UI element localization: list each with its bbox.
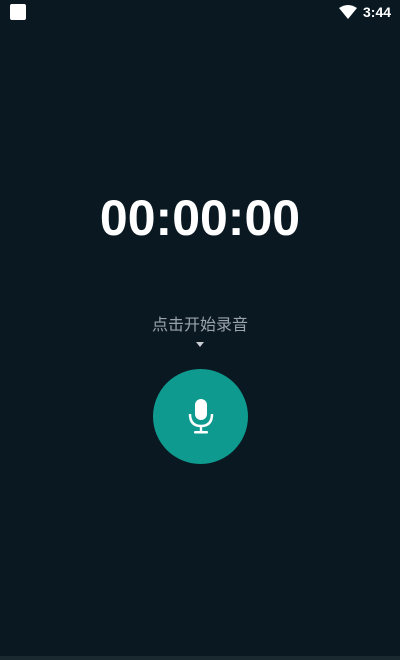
start-recording-hint: 点击开始录音: [151, 315, 248, 334]
wifi-icon: [339, 5, 357, 19]
caret-down-icon: [196, 342, 204, 347]
microphone-icon: [188, 399, 214, 434]
record-button[interactable]: [153, 369, 248, 464]
bottom-bar: [0, 656, 400, 660]
status-bar: 3:44: [0, 0, 400, 24]
app-square-icon: [10, 4, 26, 20]
recorder-screen: 3:44 00:00:00 点击开始录音: [0, 0, 400, 660]
recording-timer: 00:00:00: [99, 190, 301, 246]
status-time: 3:44: [363, 4, 392, 20]
